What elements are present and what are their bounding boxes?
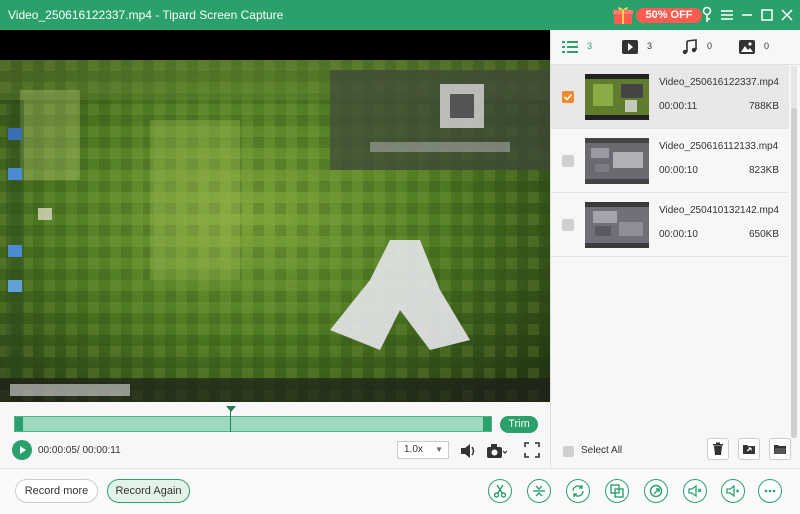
- close-icon[interactable]: [777, 5, 797, 25]
- discount-badge: 50% OFF: [636, 8, 702, 23]
- title-bar: Video_250616122337.mp4 - Tipard Screen C…: [0, 0, 800, 30]
- tab-video[interactable]: 3: [621, 39, 652, 55]
- time-readout: 00:00:05/ 00:00:11: [38, 445, 121, 456]
- play-icon: [20, 446, 26, 454]
- delete-button[interactable]: [707, 438, 729, 460]
- volume-icon[interactable]: [458, 441, 478, 461]
- file-name: Video_250410132142.mp4: [659, 205, 779, 216]
- file-name: Video_250616122337.mp4: [659, 77, 779, 88]
- image-icon: [739, 40, 755, 54]
- tab-image-count: 0: [764, 41, 770, 51]
- scrollbar-thumb[interactable]: [791, 108, 797, 438]
- key-icon[interactable]: [697, 5, 717, 25]
- tab-list[interactable]: 3: [561, 39, 592, 55]
- tab-image[interactable]: 0: [738, 39, 769, 55]
- file-size: 823KB: [748, 165, 779, 176]
- file-size: 788KB: [748, 101, 779, 112]
- split-icon: [533, 485, 545, 497]
- video-player[interactable]: [0, 30, 550, 402]
- cut-tool-button[interactable]: [488, 479, 512, 503]
- sidebar-scrollbar[interactable]: [791, 66, 797, 438]
- compress-icon: [649, 484, 663, 498]
- video-icon: [622, 40, 638, 54]
- file-size: 650KB: [748, 229, 779, 240]
- playhead-marker[interactable]: [226, 406, 236, 412]
- trim-start-handle[interactable]: [15, 417, 23, 431]
- folder-export-icon: [743, 445, 755, 454]
- folder-icon: [774, 445, 786, 454]
- menu-icon[interactable]: [717, 5, 737, 25]
- file-duration: 00:00:10: [659, 229, 698, 240]
- export-folder-button[interactable]: [738, 438, 760, 460]
- media-tabs: 3 3 0 0: [551, 30, 800, 65]
- video-thumbnail: [585, 74, 649, 120]
- music-note-icon: [682, 39, 697, 55]
- chevron-down-icon: ▼: [435, 445, 443, 454]
- volume-edit-icon: [688, 484, 702, 498]
- media-sidebar: 3 3 0 0 Video_250616122337.mp4 00:00:11 …: [550, 30, 800, 468]
- maximize-icon[interactable]: [757, 5, 777, 25]
- minimize-icon[interactable]: [737, 5, 757, 25]
- fullscreen-icon[interactable]: [523, 441, 541, 459]
- select-all-checkbox[interactable]: [563, 446, 574, 457]
- list-icon: [562, 41, 578, 53]
- speed-value: 1.0x: [404, 444, 423, 455]
- trim-button[interactable]: Trim: [500, 416, 538, 433]
- video-thumbnail: [585, 202, 649, 248]
- volume-edit-tool-button[interactable]: [683, 479, 707, 503]
- merge-icon: [610, 484, 624, 498]
- list-item[interactable]: Video_250616112133.mp4 00:00:10 823KB: [551, 129, 789, 193]
- playback-controls: Trim 00:00:05/ 00:00:11 1.0x ▼: [0, 402, 550, 468]
- more-tools-button[interactable]: [758, 479, 782, 503]
- select-all-label: Select All: [581, 445, 623, 456]
- split-tool-button[interactable]: [527, 479, 551, 503]
- audio-boost-icon: [726, 484, 739, 498]
- audio-boost-tool-button[interactable]: [721, 479, 745, 503]
- file-duration: 00:00:11: [659, 101, 698, 112]
- trash-icon: [713, 442, 723, 455]
- tab-audio-count: 0: [707, 41, 713, 51]
- trim-end-handle[interactable]: [483, 417, 491, 431]
- video-frame: [0, 60, 550, 402]
- timeline-track[interactable]: [14, 416, 492, 432]
- speed-select[interactable]: 1.0x ▼: [397, 441, 449, 459]
- file-checkbox[interactable]: [562, 91, 574, 103]
- record-again-button[interactable]: Record Again: [107, 479, 190, 503]
- more-icon: [764, 489, 776, 493]
- scissors-icon: [493, 484, 507, 498]
- list-item[interactable]: Video_250410132142.mp4 00:00:10 650KB: [551, 193, 789, 257]
- file-name: Video_250616112133.mp4: [659, 141, 779, 152]
- checkmark-icon: [563, 93, 573, 101]
- tab-video-count: 3: [647, 41, 653, 51]
- compress-tool-button[interactable]: [644, 479, 668, 503]
- convert-tool-button[interactable]: [566, 479, 590, 503]
- merge-tool-button[interactable]: [605, 479, 629, 503]
- file-checkbox[interactable]: [562, 155, 574, 167]
- gift-icon: [613, 7, 633, 24]
- window-title: Video_250616122337.mp4 - Tipard Screen C…: [8, 8, 284, 22]
- record-more-button[interactable]: Record more: [15, 479, 98, 503]
- convert-icon: [572, 485, 584, 497]
- tab-audio[interactable]: 0: [681, 39, 712, 55]
- list-item[interactable]: Video_250616122337.mp4 00:00:11 788KB: [551, 65, 789, 129]
- video-thumbnail: [585, 138, 649, 184]
- snapshot-camera-icon[interactable]: [485, 441, 507, 461]
- open-folder-button[interactable]: [769, 438, 791, 460]
- file-duration: 00:00:10: [659, 165, 698, 176]
- tab-list-count: 3: [587, 41, 593, 51]
- bottom-toolbar: Record more Record Again: [0, 468, 800, 514]
- play-button[interactable]: [12, 440, 32, 460]
- file-checkbox[interactable]: [562, 219, 574, 231]
